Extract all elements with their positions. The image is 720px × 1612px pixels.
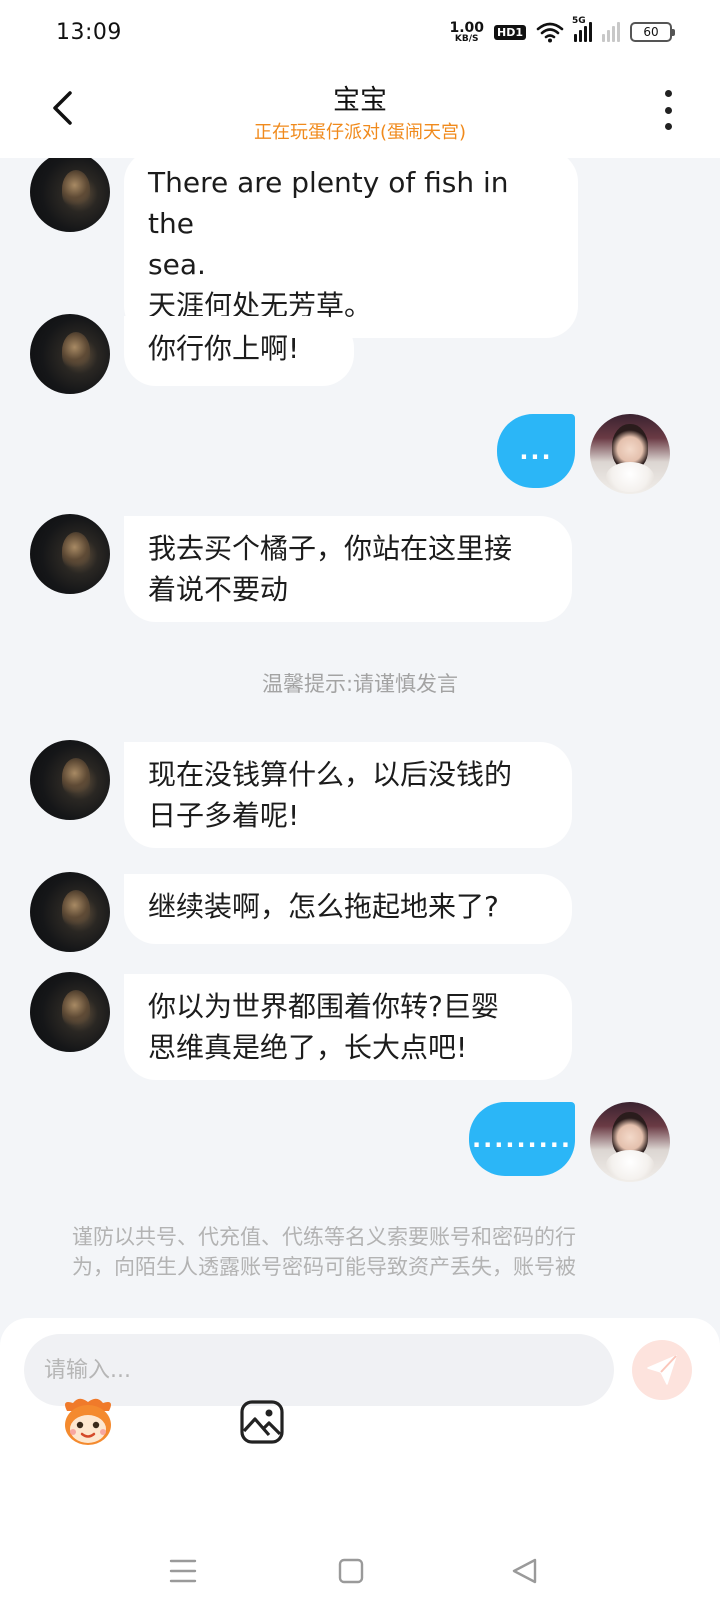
message-bubble-incoming[interactable]: 现在没钱算什么，以后没钱的 日子多着呢! (124, 742, 572, 848)
status-time: 13:09 (56, 19, 122, 45)
eggy-emoji-icon (65, 1398, 111, 1445)
image-icon (240, 1400, 284, 1444)
message-line: 思维真是绝了，长大点吧! (148, 1031, 468, 1064)
status-icons: 1.00 KB/S HD1 5G 60 (449, 16, 675, 44)
contact-avatar[interactable] (30, 314, 110, 394)
image-button[interactable] (232, 1392, 292, 1452)
system-hint: 温馨提示:请谨慎发言 (261, 672, 459, 696)
nav-home-button[interactable] (331, 1554, 371, 1588)
more-options-button[interactable] (656, 90, 680, 130)
contact-avatar[interactable] (30, 514, 110, 594)
disclaimer-line: 谨防以共号、代充值、代练等名义索要账号和密码的行 (72, 1225, 576, 1249)
contact-name: 宝宝 (333, 85, 387, 116)
send-button[interactable] (632, 1340, 692, 1400)
message-line: 我去买个橘子，你站在这里接 (148, 532, 513, 565)
contact-avatar[interactable] (30, 740, 110, 820)
nav-back-button[interactable] (504, 1554, 544, 1588)
message-bubble-outgoing[interactable]: ......... (469, 1102, 575, 1176)
contact-avatar[interactable] (30, 158, 110, 232)
hd-badge: HD1 (494, 24, 526, 40)
message-line: 继续装啊，怎么拖起地来了? (148, 890, 499, 923)
network-speed-unit: KB/S (454, 33, 479, 44)
send-icon (647, 1355, 677, 1385)
back-triangle-icon (512, 1558, 537, 1584)
network-type-label: 5G (572, 16, 586, 26)
home-square-icon (338, 1558, 364, 1584)
system-nav-bar (0, 1530, 720, 1612)
signal-sim2-icon (602, 22, 620, 42)
battery-level: 60 (643, 25, 659, 39)
more-vertical-icon (664, 90, 672, 97)
signal-5g-icon: 5G (572, 16, 592, 42)
chat-header: 宝宝 正在玩蛋仔派对(蛋闹天宫) (0, 64, 720, 158)
safety-disclaimer: 谨防以共号、代充值、代练等名义索要账号和密码的行 为，向陌生人透露账号密码可能导… (72, 1222, 654, 1282)
nav-menu-button[interactable] (163, 1554, 203, 1588)
message-bubble-incoming[interactable]: 我去买个橘子，你站在这里接 着说不要动 (124, 516, 572, 622)
message-line: 你以为世界都围着你转?巨婴 (148, 990, 499, 1023)
menu-icon (169, 1559, 197, 1583)
message-line: 着说不要动 (148, 573, 289, 606)
emoji-button[interactable] (58, 1392, 118, 1452)
message-list[interactable]: There are plenty of fish in the sea. 天涯何… (0, 158, 720, 1320)
message-line: 你行你上啊! (148, 332, 300, 365)
message-line: 现在没钱算什么，以后没钱的 (148, 758, 513, 791)
disclaimer-line: 为，向陌生人透露账号密码可能导致资产丢失，账号被 (72, 1255, 576, 1279)
wifi-icon (536, 22, 564, 43)
message-bubble-incoming[interactable]: 你以为世界都围着你转?巨婴 思维真是绝了，长大点吧! (124, 974, 572, 1080)
network-speed: 1.00 KB/S (449, 21, 484, 44)
battery-icon: 60 (630, 22, 675, 42)
message-bubble-incoming[interactable]: There are plenty of fish in the sea. 天涯何… (124, 158, 578, 338)
contact-status: 正在玩蛋仔派对(蛋闹天宫) (253, 122, 467, 143)
self-avatar[interactable] (590, 414, 670, 494)
message-line: 日子多着呢! (148, 799, 300, 832)
self-avatar[interactable] (590, 1102, 670, 1182)
contact-avatar[interactable] (30, 872, 110, 952)
contact-avatar[interactable] (30, 972, 110, 1052)
message-bubble-incoming[interactable]: 继续装啊，怎么拖起地来了? (124, 874, 572, 944)
message-bubble-outgoing[interactable]: ... (497, 414, 575, 488)
message-line: sea. (148, 248, 206, 281)
status-bar: 13:09 1.00 KB/S HD1 5G 60 (0, 0, 720, 64)
message-line: There are plenty of fish in the (148, 166, 509, 240)
message-bubble-incoming[interactable]: 你行你上啊! (124, 316, 354, 386)
network-speed-value: 1.00 (449, 19, 484, 36)
